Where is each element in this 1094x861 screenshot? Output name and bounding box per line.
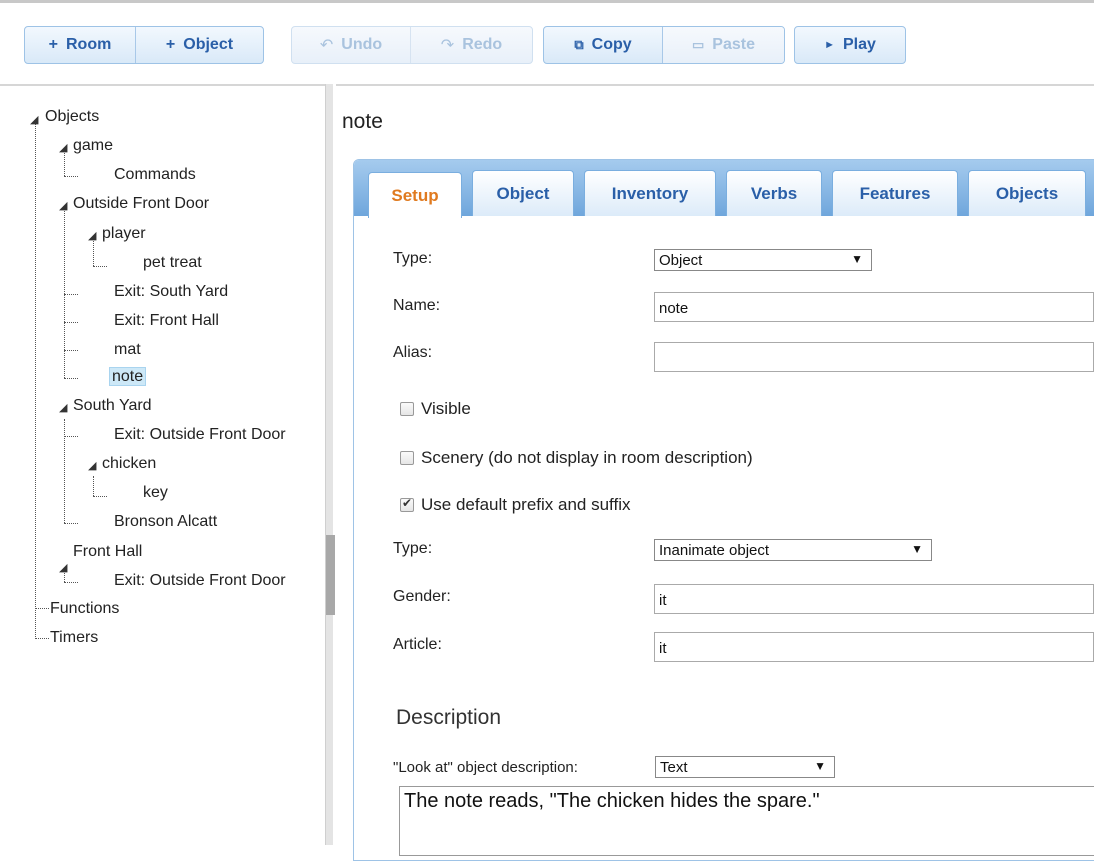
redo-icon: ↷ <box>440 37 455 54</box>
tree-item-commands[interactable]: Commands <box>114 164 196 186</box>
object-type-label: Type: <box>393 540 433 557</box>
tree-guide-line <box>64 208 65 378</box>
redo-button[interactable]: ↷ Redo <box>410 27 532 63</box>
tree-item-exit-south-yard[interactable]: Exit: South Yard <box>114 281 228 303</box>
tree-connector <box>64 322 78 323</box>
tree-connector <box>64 176 78 177</box>
tree-connector <box>64 294 78 295</box>
play-button-group: ► Play <box>794 26 906 64</box>
plus-icon: + <box>48 36 58 53</box>
object-title: note <box>342 110 383 133</box>
play-button[interactable]: ► Play <box>795 27 905 63</box>
collapse-arrow-icon[interactable]: ◢ <box>59 200 67 212</box>
tree-guide-line <box>93 476 94 496</box>
alias-input[interactable] <box>654 342 1094 372</box>
default-prefix-checkbox[interactable] <box>400 496 414 512</box>
tree-item-functions[interactable]: Functions <box>50 598 119 620</box>
name-input[interactable]: note <box>654 292 1094 322</box>
description-textarea[interactable]: The note reads, "The chicken hides the s… <box>399 786 1094 856</box>
name-label: Name: <box>393 297 441 314</box>
plus-icon: + <box>165 36 176 53</box>
article-input[interactable]: it <box>654 632 1094 662</box>
scrollbar-thumb[interactable] <box>326 535 335 615</box>
tree-connector <box>64 350 78 351</box>
collapse-arrow-icon[interactable]: ◢ <box>88 460 96 472</box>
history-button-group: ↶ Undo ↷ Redo <box>291 26 533 64</box>
undo-button[interactable]: ↶ Undo <box>292 27 410 63</box>
tree-guide-line <box>35 121 36 639</box>
description-heading: Description <box>396 706 502 729</box>
collapse-arrow-icon[interactable]: ◢ <box>59 562 67 574</box>
tab-features[interactable]: Features <box>832 170 958 216</box>
default-prefix-row: Use default prefix and suffix <box>400 495 630 515</box>
tree-guide-line <box>93 238 94 266</box>
copy-icon: ⧉ <box>574 37 584 52</box>
add-object-button[interactable]: + Object <box>135 27 263 63</box>
tree-item-key[interactable]: key <box>143 482 168 504</box>
object-type-select[interactable]: Inanimate object ▼ <box>654 539 932 561</box>
object-tree: ◢ ◢ ◢ ◢ ◢ ◢ ◢ Objects game Commands Outs… <box>0 84 326 847</box>
tab-setup[interactable]: Setup <box>368 172 462 218</box>
dropdown-arrow-icon: ▼ <box>911 542 923 556</box>
tree-connector <box>93 266 107 267</box>
undo-icon: ↶ <box>319 37 334 54</box>
tree-connector <box>64 582 78 583</box>
tree-item-mat[interactable]: mat <box>114 339 141 361</box>
panel-splitter[interactable] <box>325 84 333 845</box>
tree-item-front-hall[interactable]: Front Hall <box>73 541 142 563</box>
scenery-checkbox[interactable] <box>400 451 414 465</box>
visible-checkbox[interactable] <box>400 402 414 416</box>
article-label: Article: <box>393 636 442 653</box>
tree-item-timers[interactable]: Timers <box>50 627 98 649</box>
tab-objects[interactable]: Objects <box>968 170 1086 216</box>
tab-object[interactable]: Object <box>472 170 574 216</box>
tree-connector <box>35 638 49 639</box>
gender-label: Gender: <box>393 588 451 605</box>
collapse-arrow-icon[interactable]: ◢ <box>59 142 67 154</box>
clipboard-button-group: ⧉ Copy ▭ Paste <box>543 26 785 64</box>
top-border <box>0 0 1094 3</box>
tree-connector <box>64 378 78 379</box>
look-at-select[interactable]: Text ▼ <box>655 756 835 778</box>
tree-item-outside-front-door[interactable]: Outside Front Door <box>73 193 209 215</box>
add-button-group: + Room + Object <box>24 26 264 64</box>
type-select[interactable]: Object ▼ <box>654 249 872 271</box>
tree-connector <box>93 496 107 497</box>
tree-connector <box>35 608 49 609</box>
dropdown-arrow-icon: ▼ <box>851 252 863 266</box>
add-room-button[interactable]: + Room <box>25 27 135 63</box>
tree-item-pet-treat[interactable]: pet treat <box>143 252 202 274</box>
alias-label: Alias: <box>393 344 433 361</box>
collapse-arrow-icon[interactable]: ◢ <box>59 402 67 414</box>
tree-item-note[interactable]: note <box>109 366 147 388</box>
paste-button[interactable]: ▭ Paste <box>662 27 784 63</box>
tree-item-south-yard[interactable]: South Yard <box>73 395 152 417</box>
tab-verbs[interactable]: Verbs <box>726 170 822 216</box>
tree-item-exit-outside-front-door[interactable]: Exit: Outside Front Door <box>114 424 326 446</box>
scenery-row: Scenery (do not display in room descript… <box>400 448 753 468</box>
tree-item-exit-outside-front-door-2[interactable]: Exit: Outside Front Door <box>114 570 326 592</box>
paste-icon: ▭ <box>692 37 705 52</box>
collapse-arrow-icon[interactable]: ◢ <box>88 230 96 242</box>
tree-item-chicken[interactable]: chicken <box>102 453 156 475</box>
tree-item-game[interactable]: game <box>73 135 113 157</box>
look-at-label: "Look at" object description: <box>393 759 578 776</box>
play-icon: ► <box>824 39 835 51</box>
tree-item-player[interactable]: player <box>102 223 146 245</box>
copy-button[interactable]: ⧉ Copy <box>544 27 662 63</box>
collapse-arrow-icon[interactable]: ◢ <box>30 114 38 126</box>
gender-input[interactable]: it <box>654 584 1094 614</box>
visible-row: Visible <box>400 399 471 419</box>
tree-connector <box>64 523 78 524</box>
tree-connector <box>64 436 78 437</box>
tree-item-bronson-alcatt[interactable]: Bronson Alcatt <box>114 511 217 533</box>
tab-inventory[interactable]: Inventory <box>584 170 716 216</box>
dropdown-arrow-icon: ▼ <box>814 759 826 773</box>
tree-guide-line <box>64 419 65 523</box>
type-label: Type: <box>393 250 433 267</box>
tree-item-objects[interactable]: Objects <box>45 106 99 128</box>
tree-item-exit-front-hall[interactable]: Exit: Front Hall <box>114 310 219 332</box>
